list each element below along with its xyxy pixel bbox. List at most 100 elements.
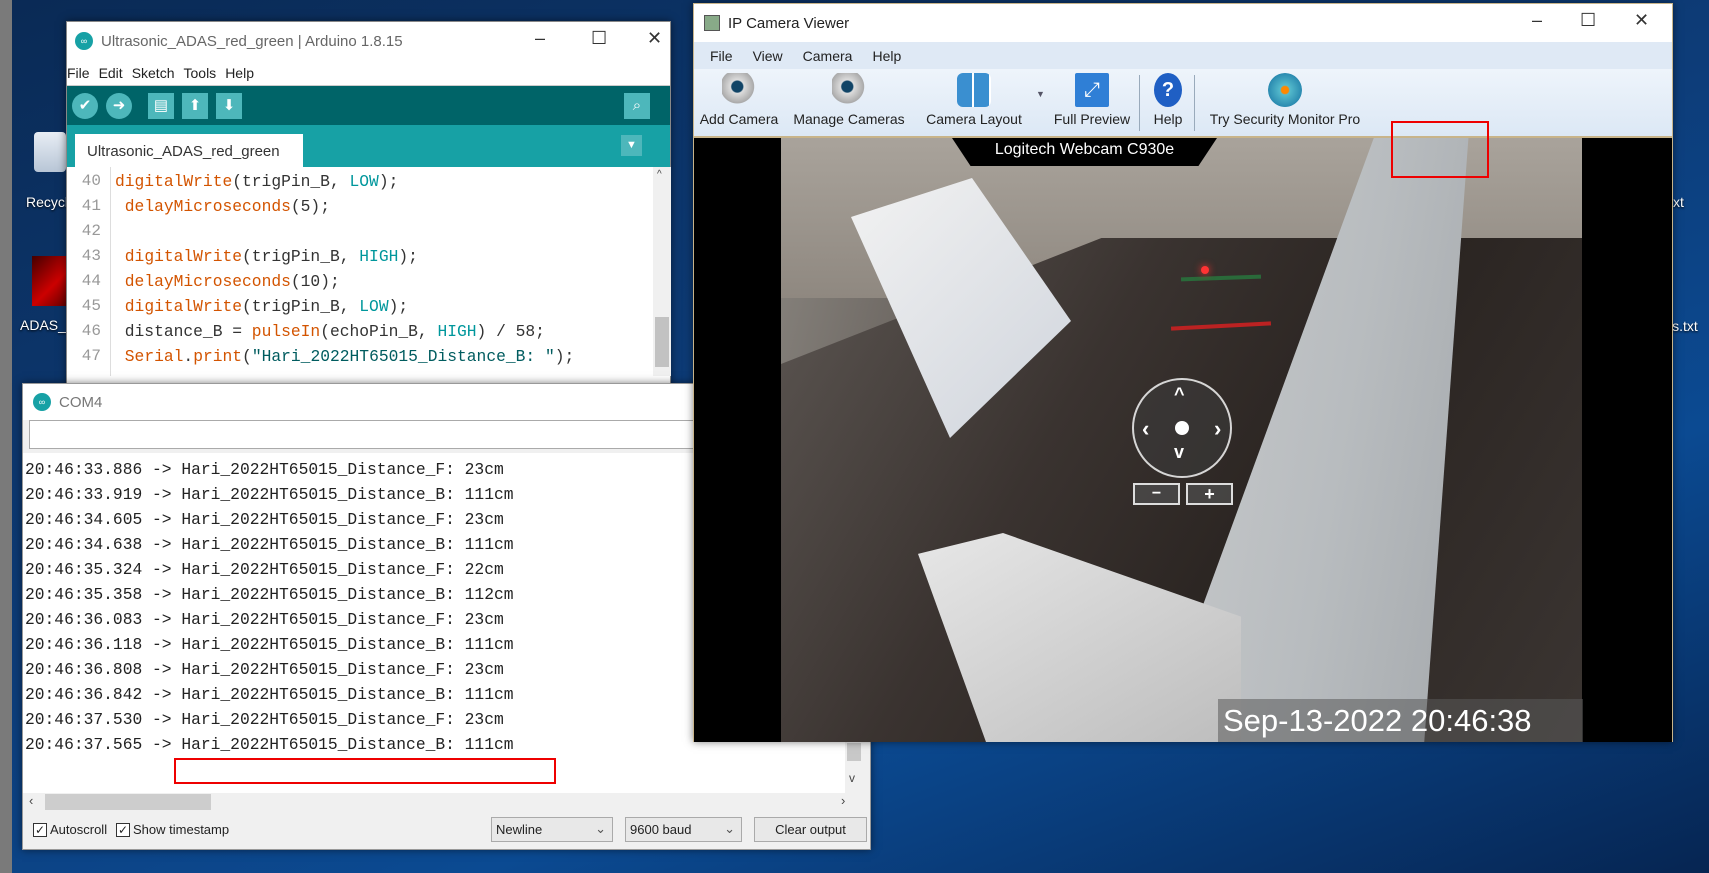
code-token: ); <box>388 297 409 316</box>
code-line: digitalWrite(trigPin_B, LOW); <box>115 297 408 316</box>
menu-tools[interactable]: Tools <box>184 65 217 81</box>
serial-output-line: 20:46:35.358 -> Hari_2022HT65015_Distanc… <box>25 585 514 604</box>
checkbox-checked-icon[interactable]: ✓ <box>116 822 130 837</box>
layout-dropdown-arrow-icon[interactable]: ▼ <box>1036 89 1045 99</box>
line-number: 47 <box>81 347 101 365</box>
ptz-center-icon[interactable] <box>1175 421 1189 435</box>
desktop-icon-label[interactable]: xt <box>1673 194 1684 210</box>
try-security-monitor-button[interactable]: Try Security Monitor Pro <box>1202 73 1368 127</box>
serial-output-line: 20:46:33.886 -> Hari_2022HT65015_Distanc… <box>25 460 504 479</box>
window-title: COM4 <box>59 393 103 411</box>
menu-view[interactable]: View <box>753 48 783 64</box>
code-line: digitalWrite(trigPin_B, LOW); <box>115 172 398 191</box>
security-monitor-icon <box>1268 73 1302 107</box>
help-icon: ? <box>1154 73 1182 107</box>
code-token: ); <box>554 347 575 366</box>
code-token: (10); <box>290 272 340 291</box>
menu-file[interactable]: File <box>67 65 90 81</box>
camera-name-label: Logitech Webcam C930e <box>952 138 1217 166</box>
minimize-button[interactable]: – <box>1532 10 1542 31</box>
serial-output-line: 20:46:36.118 -> Hari_2022HT65015_Distanc… <box>25 635 514 654</box>
scrollbar-thumb[interactable] <box>45 794 211 810</box>
code-token: . <box>183 347 194 366</box>
line-number: 42 <box>81 222 101 240</box>
clear-output-button[interactable]: Clear output <box>754 817 867 842</box>
tab-menu-chevron-down-icon[interactable]: ▼ <box>621 135 642 156</box>
code-token: ); <box>378 172 399 191</box>
maximize-button[interactable]: ☐ <box>591 28 607 49</box>
shortcut-icon[interactable] <box>32 256 66 306</box>
ip-camera-viewer-window: IP Camera Viewer – ☐ ✕ File View Camera … <box>693 3 1673 742</box>
window-title: Ultrasonic_ADAS_red_green | Arduino 1.8.… <box>101 32 403 50</box>
menu-help[interactable]: Help <box>225 65 254 81</box>
maximize-button[interactable]: ☐ <box>1580 10 1596 31</box>
autoscroll-label: Autoscroll <box>50 822 108 837</box>
new-sketch-icon[interactable]: ▤ <box>148 93 174 119</box>
scrollbar-thumb[interactable] <box>847 743 861 761</box>
upload-icon[interactable]: ➜ <box>106 93 132 119</box>
minimize-button[interactable]: – <box>535 28 545 49</box>
vertical-scrollbar[interactable]: ^ <box>653 167 671 376</box>
autoscroll-checkbox[interactable]: ✓ Autoscroll <box>33 822 107 837</box>
serial-output-line: 20:46:37.530 -> Hari_2022HT65015_Distanc… <box>25 710 504 729</box>
code-token: digitalWrite <box>124 247 243 266</box>
baud-rate-select[interactable]: 9600 baud ⌄ <box>625 817 742 842</box>
verify-icon[interactable]: ✔ <box>72 93 98 119</box>
desktop-icon-label[interactable]: Recycl <box>26 194 68 210</box>
gutter-divider <box>110 167 111 376</box>
baud-rate-value: 9600 baud <box>630 822 692 837</box>
open-icon[interactable]: ⬆ <box>182 93 208 119</box>
desktop-icon-label[interactable]: ADAS_ <box>20 317 66 333</box>
checkbox-checked-icon[interactable]: ✓ <box>33 822 47 837</box>
ptz-control[interactable]: ^ v ‹ › <box>1132 378 1232 478</box>
full-preview-button[interactable]: ⤢ Full Preview <box>1049 73 1135 127</box>
add-camera-button[interactable]: Add Camera <box>696 73 782 127</box>
title-bar: ∞ Ultrasonic_ADAS_red_green | Arduino 1.… <box>67 22 670 60</box>
desktop-icon-label[interactable]: ls.txt <box>1669 318 1698 334</box>
pan-down-icon[interactable]: v <box>1174 442 1184 463</box>
menu-help[interactable]: Help <box>872 48 901 64</box>
manage-cameras-button[interactable]: Manage Cameras <box>789 73 909 127</box>
pan-up-icon[interactable]: ^ <box>1174 384 1185 405</box>
arduino-logo-icon: ∞ <box>33 393 51 411</box>
scroll-right-icon[interactable]: › <box>841 793 845 808</box>
scroll-down-icon[interactable]: v <box>849 771 855 785</box>
pan-left-icon[interactable]: ‹ <box>1142 416 1149 442</box>
scrollbar-thumb[interactable] <box>655 317 669 367</box>
close-button[interactable]: ✕ <box>1634 10 1649 31</box>
zoom-out-button[interactable]: − <box>1133 483 1180 505</box>
close-button[interactable]: ✕ <box>647 28 662 49</box>
recycle-bin-icon[interactable] <box>34 132 66 172</box>
line-ending-select[interactable]: Newline ⌄ <box>491 817 613 842</box>
menu-camera[interactable]: Camera <box>803 48 853 64</box>
led-light <box>1201 266 1209 274</box>
window-title: IP Camera Viewer <box>728 14 850 32</box>
serial-monitor-icon[interactable]: ⌕ <box>624 93 650 119</box>
code-editor[interactable]: ^ 40 digitalWrite(trigPin_B, LOW); 41 dela… <box>67 167 671 376</box>
show-timestamp-checkbox[interactable]: ✓ Show timestamp <box>116 822 229 837</box>
save-icon[interactable]: ⬇ <box>216 93 242 119</box>
serial-controls: ✓ Autoscroll ✓ Show timestamp Newline ⌄ 960… <box>23 811 870 851</box>
menu-file[interactable]: File <box>710 48 733 64</box>
zoom-in-button[interactable]: + <box>1186 483 1233 505</box>
camera-video-feed[interactable]: Logitech Webcam C930e ^ v ‹ › − + Sep-13… <box>694 138 1672 742</box>
help-button[interactable]: ? Help <box>1146 73 1190 127</box>
code-token: HIGH <box>437 322 477 341</box>
camera-layout-button[interactable]: Camera Layout <box>919 73 1029 127</box>
scroll-up-icon[interactable]: ^ <box>657 169 662 180</box>
scroll-left-icon[interactable]: ‹ <box>29 793 33 808</box>
line-number: 45 <box>81 297 101 315</box>
serial-output-line: 20:46:36.083 -> Hari_2022HT65015_Distanc… <box>25 610 504 629</box>
code-token: Serial <box>124 347 184 366</box>
tab-sketch[interactable]: Ultrasonic_ADAS_red_green <box>75 134 303 167</box>
pan-right-icon[interactable]: › <box>1214 416 1221 442</box>
code-line: Serial.print("Hari_2022HT65015_Distance_… <box>115 347 574 366</box>
menu-edit[interactable]: Edit <box>99 65 123 81</box>
arduino-ide-window: ∞ Ultrasonic_ADAS_red_green | Arduino 1.… <box>66 21 671 393</box>
code-token: distance_B = <box>115 322 252 341</box>
menu-sketch[interactable]: Sketch <box>132 65 175 81</box>
code-line: distance_B = pulseIn(echoPin_B, HIGH) / … <box>115 322 545 341</box>
horizontal-scrollbar[interactable]: ‹ › <box>23 793 870 811</box>
